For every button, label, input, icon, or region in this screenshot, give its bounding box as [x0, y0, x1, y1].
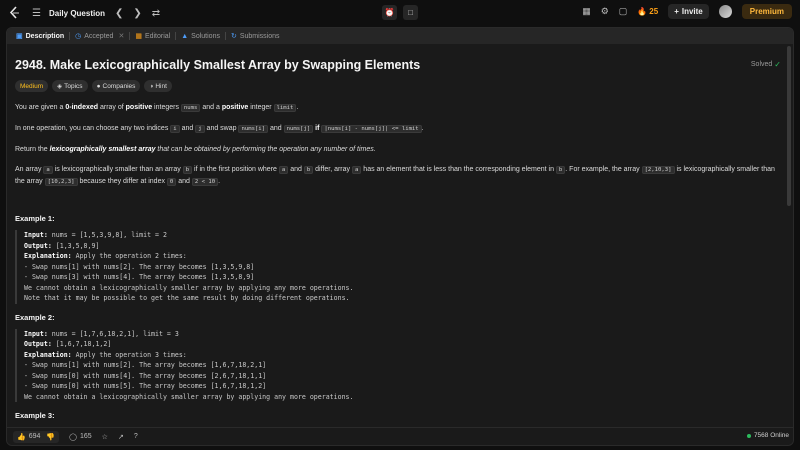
example-3-title: Example 3: [15, 411, 55, 420]
bottom-bar: 👍 694 👎 ◯ 165 ☆ ↗ ? 7568 Online [7, 427, 793, 445]
tab-accepted[interactable]: ◷ Accepted ✕ [70, 28, 129, 44]
settings-icon[interactable]: ⚙ [601, 6, 609, 17]
premium-button[interactable]: Premium [741, 4, 792, 19]
share-icon: ↗ [117, 433, 124, 441]
problem-tags: Medium ◈ Topics ● Companies ◑ Hint [15, 80, 775, 92]
desc-paragraph-1: You are given a 0-indexed array of posit… [15, 104, 299, 112]
avatar[interactable] [718, 5, 732, 18]
online-count: 7568 Online [746, 432, 789, 439]
history-icon: ↻ [230, 33, 237, 40]
scrollbar[interactable] [787, 46, 791, 206]
add-user-icon: + [674, 7, 679, 16]
flask-icon: ▲ [181, 32, 189, 40]
shuffle-icon[interactable]: ⇄ [152, 8, 160, 19]
companies-tag[interactable]: ● Companies [91, 80, 141, 92]
description-panel: ▣ Description ◷ Accepted ✕ ▦ Editorial ▲… [6, 27, 794, 446]
thumbs-up-icon: 👍 [17, 433, 26, 441]
solved-status: Solved ✓ [750, 60, 781, 69]
share-button[interactable]: ↗ [118, 433, 124, 441]
fire-icon: 🔥 [637, 7, 648, 16]
comment-icon: ◯ [69, 433, 77, 441]
tag-icon: ◈ [57, 83, 63, 90]
clock-icon: ◷ [75, 33, 82, 40]
layout-icon[interactable]: ▦ [582, 6, 591, 17]
check-circle-icon: ✓ [774, 60, 781, 69]
star-icon: ☆ [101, 433, 108, 441]
doc-icon: ▣ [16, 33, 23, 40]
prev-problem-icon[interactable]: ❮ [115, 8, 123, 19]
book-icon: ▦ [135, 33, 142, 40]
tab-editorial[interactable]: ▦ Editorial [130, 28, 175, 44]
desc-paragraph-2: In one operation, you can choose any two… [15, 125, 424, 133]
example-1-title: Example 1: [15, 214, 55, 223]
tab-description[interactable]: ▣ Description [11, 28, 69, 44]
desc-paragraph-4: An array a is lexicographically smaller … [15, 166, 775, 186]
comments-button[interactable]: ◯ 165 [69, 433, 92, 441]
notification-icon[interactable]: ▢ [619, 6, 628, 17]
tab-solutions[interactable]: ▲ Solutions [176, 28, 225, 44]
problem-title[interactable]: 2948. Make Lexicographically Smallest Ar… [15, 58, 775, 72]
hint-tag[interactable]: ◑ Hint [144, 80, 172, 92]
panel-tabs: ▣ Description ◷ Accepted ✕ ▦ Editorial ▲… [7, 28, 793, 44]
problem-content: 2948. Make Lexicographically Smallest Ar… [15, 54, 781, 420]
like-button[interactable]: 👍 694 👎 [13, 430, 60, 443]
invite-button[interactable]: + Invite [668, 4, 709, 19]
thumbs-down-icon[interactable]: 👎 [46, 433, 55, 441]
lock-icon: ● [96, 82, 101, 90]
top-bar: ☰ Daily Question ❮ ❯ ⇄ ⏰ □ ▦ ⚙ ▢ 🔥 25 + In… [0, 0, 800, 26]
tab-submissions[interactable]: ↻ Submissions [226, 28, 285, 44]
online-dot-icon [746, 433, 751, 438]
notes-icon[interactable]: □ [403, 5, 418, 20]
desc-paragraph-3: Return the lexicographically smallest ar… [15, 146, 376, 153]
difficulty-badge: Medium [15, 80, 49, 92]
example-1-block: Input: nums = [1,5,3,9,8], limit = 2 Out… [15, 230, 775, 304]
close-tab-icon[interactable]: ✕ [118, 32, 124, 40]
topics-tag[interactable]: ◈ Topics [52, 80, 88, 92]
lightbulb-icon: ◑ [149, 82, 154, 90]
favorite-button[interactable]: ☆ [102, 433, 108, 441]
question-icon: ? [133, 433, 138, 440]
help-button[interactable]: ? [134, 433, 138, 440]
next-problem-icon[interactable]: ❯ [133, 8, 141, 19]
timer-icon[interactable]: ⏰ [382, 5, 397, 20]
example-2-block: Input: nums = [1,7,6,18,2,1], limit = 3 … [15, 328, 775, 402]
daily-question-title[interactable]: Daily Question [49, 9, 105, 18]
example-2-title: Example 2: [15, 312, 55, 322]
streak-counter[interactable]: 🔥 25 [637, 7, 658, 16]
problem-list-icon[interactable]: ☰ [32, 8, 41, 19]
leetcode-logo[interactable] [8, 6, 22, 20]
